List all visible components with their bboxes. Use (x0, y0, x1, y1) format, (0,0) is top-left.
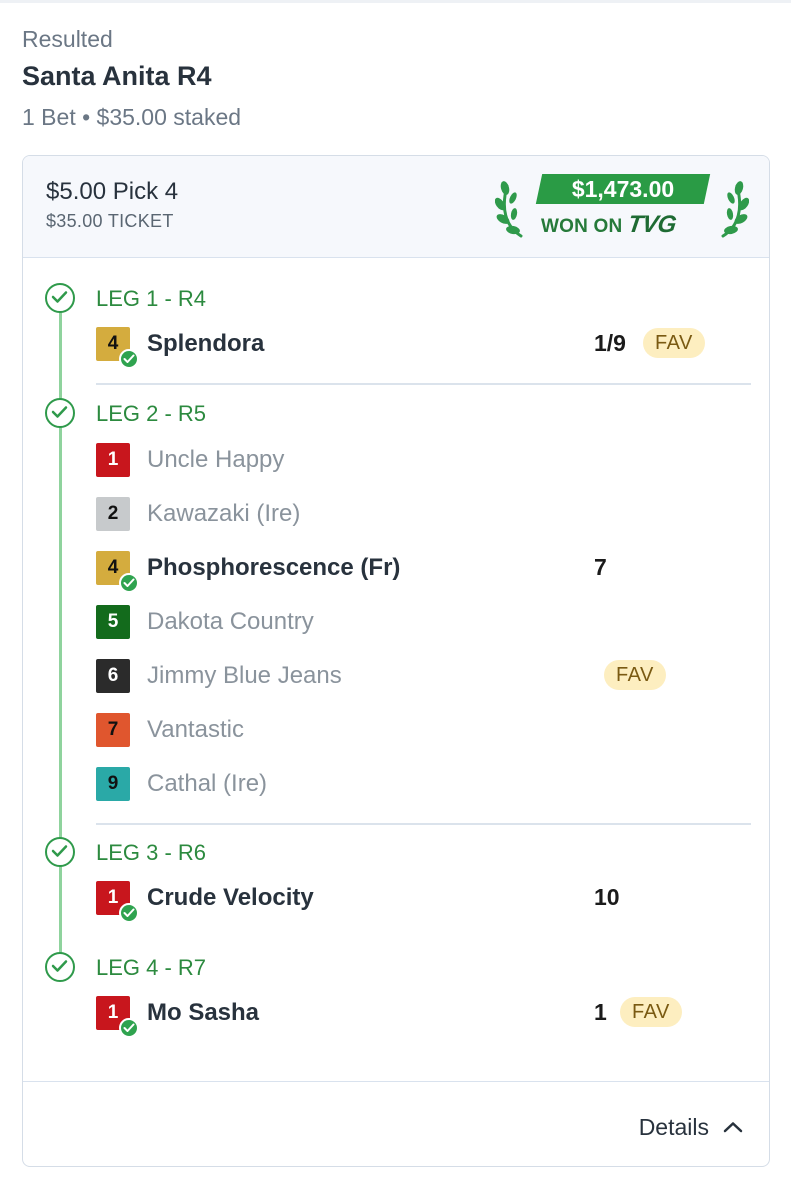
winner-check-icon (119, 903, 139, 923)
leg-label: LEG 1 - R4 (96, 286, 207, 311)
runner-odds: 1 (594, 999, 607, 1025)
saddle-number: 4 (107, 333, 119, 354)
runner-name: Vantastic (147, 716, 244, 743)
bet-summary: 1 Bet • $35.00 staked (22, 104, 242, 130)
win-amount: $1,473.00 (571, 176, 675, 202)
saddle-number: 9 (107, 773, 119, 794)
winner-check-icon (119, 1018, 139, 1038)
runner-row: 4 Splendora 1/9 FAV (96, 327, 756, 369)
saddle-cloth: 9 (96, 767, 130, 801)
runner-row: 6 Jimmy Blue Jeans FAV (96, 659, 756, 693)
laurel-left-icon (495, 181, 523, 238)
runner-row: 7 Vantastic (96, 713, 756, 747)
winner-check-icon (119, 573, 139, 593)
saddle-cloth: 6 (96, 659, 130, 693)
runner-odds: 7 (594, 554, 607, 580)
details-label: Details (638, 1113, 709, 1140)
runner-name: Kawazaki (Ire) (147, 500, 301, 527)
runner-row: 5 Dakota Country (96, 605, 756, 639)
won-on-label: WON ON TVG (541, 211, 679, 239)
runner-row: 1 Mo Sasha 1 FAV (96, 996, 756, 1038)
runner-odds: 10 (594, 884, 620, 910)
winner-check-icon (119, 349, 139, 369)
top-divider (0, 0, 791, 3)
saddle-number: 1 (107, 887, 119, 908)
fav-badge: FAV (620, 997, 682, 1027)
fav-badge: FAV (604, 660, 666, 690)
runner-row: 1 Uncle Happy (96, 443, 756, 477)
leg-divider (96, 383, 751, 385)
bet-status: Resulted (22, 26, 113, 52)
bet-card: $5.00 Pick 4 $35.00 TICKET $1,473.00 WON… (22, 155, 770, 1167)
fav-badge: FAV (643, 328, 705, 358)
runner-name: Cathal (Ire) (147, 770, 268, 797)
saddle-cloth: 2 (96, 497, 130, 531)
leg-complete-icon (45, 398, 75, 428)
leg-label: LEG 2 - R5 (96, 401, 207, 426)
saddle-cloth: 1 (96, 996, 139, 1038)
runner-name: Uncle Happy (147, 446, 285, 473)
leg-complete-icon (45, 837, 75, 867)
laurel-right-icon (721, 181, 749, 238)
runner-name: Mo Sasha (147, 999, 260, 1026)
runner-name: Crude Velocity (147, 884, 314, 911)
runner-row: 9 Cathal (Ire) (96, 767, 756, 801)
leg-complete-icon (45, 952, 75, 982)
saddle-cloth: 1 (96, 443, 130, 477)
win-badge: $1,473.00 WON ON TVG (495, 174, 755, 244)
saddle-number: 6 (107, 665, 119, 686)
runner-row: 1 Crude Velocity 10 (96, 881, 756, 923)
leg-label: LEG 4 - R7 (96, 955, 207, 980)
runner-name: Jimmy Blue Jeans (147, 662, 342, 689)
saddle-cloth: 1 (96, 881, 139, 923)
saddle-number: 1 (107, 1002, 119, 1023)
saddle-cloth: 7 (96, 713, 130, 747)
saddle-cloth: 4 (96, 327, 139, 369)
bet-card-footer: Details (23, 1081, 769, 1166)
runner-name: Phosphorescence (Fr) (147, 554, 401, 581)
runner-name: Dakota Country (147, 608, 314, 635)
runner-name: Splendora (147, 330, 265, 357)
saddle-number: 5 (107, 611, 119, 632)
saddle-cloth: 4 (96, 551, 139, 593)
race-title: Santa Anita R4 (22, 61, 212, 91)
leg-divider (96, 823, 751, 825)
details-button[interactable]: Details (639, 1110, 743, 1144)
bet-card-header: $5.00 Pick 4 $35.00 TICKET $1,473.00 WON… (23, 156, 769, 258)
saddle-cloth: 5 (96, 605, 130, 639)
saddle-number: 2 (107, 503, 119, 524)
chevron-up-icon (723, 1122, 743, 1133)
leg-label: LEG 3 - R6 (96, 840, 207, 865)
saddle-number: 7 (107, 719, 119, 740)
runner-row: 2 Kawazaki (Ire) (96, 497, 756, 531)
tvg-logo: TVG (626, 211, 679, 238)
leg-complete-icon (45, 283, 75, 313)
saddle-number: 4 (107, 557, 119, 578)
ticket-cost: $35.00 TICKET (46, 211, 174, 231)
won-on-text: WON ON (541, 216, 623, 237)
runner-odds: 1/9 (594, 330, 626, 356)
runner-row: 4 Phosphorescence (Fr) 7 (96, 551, 756, 593)
saddle-number: 1 (107, 449, 119, 470)
bet-type: $5.00 Pick 4 (46, 178, 179, 205)
